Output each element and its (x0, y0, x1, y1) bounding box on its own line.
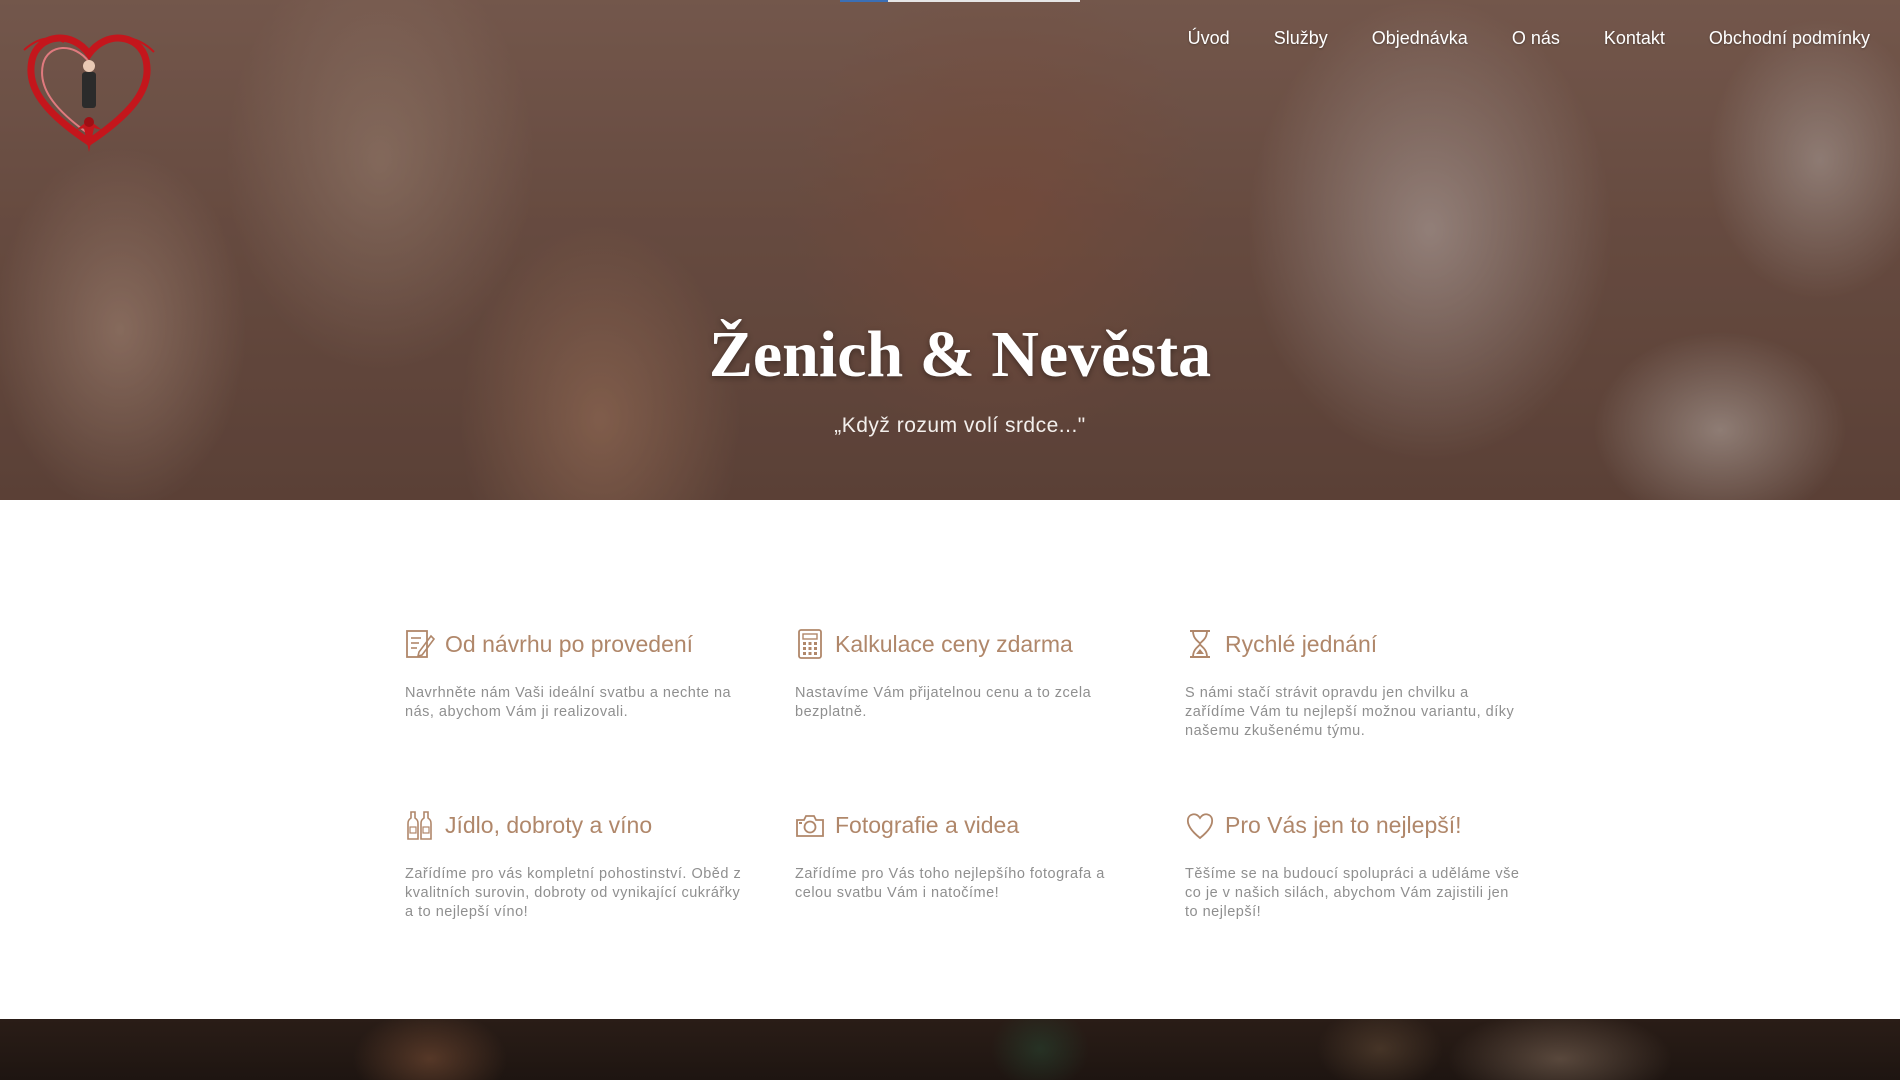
feature-title: Kalkulace ceny zdarma (835, 630, 1073, 657)
hero-subtitle: „Když rozum volí srdce..." (834, 414, 1086, 437)
hourglass-icon (1190, 630, 1210, 658)
feature-text: Navrhněte nám Vaši ideální svatbu a nech… (405, 685, 732, 720)
calculator-icon (798, 629, 822, 659)
hero-banner: Úvod Služby Objednávka O nás Kontakt Obc… (0, 0, 1900, 500)
camera-icon (796, 815, 824, 837)
heart-icon (1186, 813, 1214, 840)
feature-text: Nastavíme Vám přijatelnou cenu a to zcel… (795, 685, 1092, 720)
nav-uvod[interactable]: Úvod (1188, 28, 1230, 49)
feature-text: Zařídíme pro vás kompletní pohostinství.… (405, 866, 742, 920)
top-progress-strip (840, 0, 1080, 2)
heart-logo-icon (23, 34, 155, 152)
feature-item: Od návrhu po provedení Navrhněte nám Vaš… (405, 626, 795, 741)
feature-item: Fotografie a videa Zařídíme pro Vás toho… (795, 807, 1185, 922)
next-section-photo-band (0, 1019, 1900, 1080)
feature-title: Od návrhu po provedení (445, 630, 694, 657)
main-navigation: Úvod Služby Objednávka O nás Kontakt Obc… (1188, 28, 1870, 49)
nav-kontakt[interactable]: Kontakt (1604, 28, 1665, 49)
feature-text: Zařídíme pro Vás toho nejlepšího fotogra… (795, 866, 1105, 901)
nav-o-nas[interactable]: O nás (1512, 28, 1560, 49)
site-logo[interactable] (14, 12, 164, 157)
feature-item: Jídlo, dobroty a víno Zařídíme pro vás k… (405, 807, 795, 922)
wine-bottles-icon (407, 811, 432, 840)
feature-title: Fotografie a videa (835, 811, 1020, 838)
feature-text: Těšíme se na budoucí spolupráci a udělám… (1185, 866, 1520, 920)
nav-obchodni-podminky[interactable]: Obchodní podmínky (1709, 28, 1870, 49)
feature-text: S námi stačí strávit opravdu jen chvilku… (1185, 685, 1515, 739)
nav-objednavka[interactable]: Objednávka (1372, 28, 1468, 49)
features-grid: Od návrhu po provedení Navrhněte nám Vaš… (405, 626, 1565, 922)
feature-item: Pro Vás jen to nejlepší! Těšíme se na bu… (1185, 807, 1545, 922)
nav-sluzby[interactable]: Služby (1274, 28, 1328, 49)
feature-title: Jídlo, dobroty a víno (445, 811, 653, 838)
edit-document-icon (406, 630, 435, 658)
feature-title: Rychlé jednání (1225, 630, 1378, 657)
feature-title: Pro Vás jen to nejlepší! (1225, 811, 1462, 838)
hero-title: Ženich & Nevěsta (708, 318, 1212, 391)
feature-item: Rychlé jednání S námi stačí strávit opra… (1185, 626, 1545, 741)
feature-item: Kalkulace ceny zdarma Nastavíme Vám přij… (795, 626, 1185, 741)
